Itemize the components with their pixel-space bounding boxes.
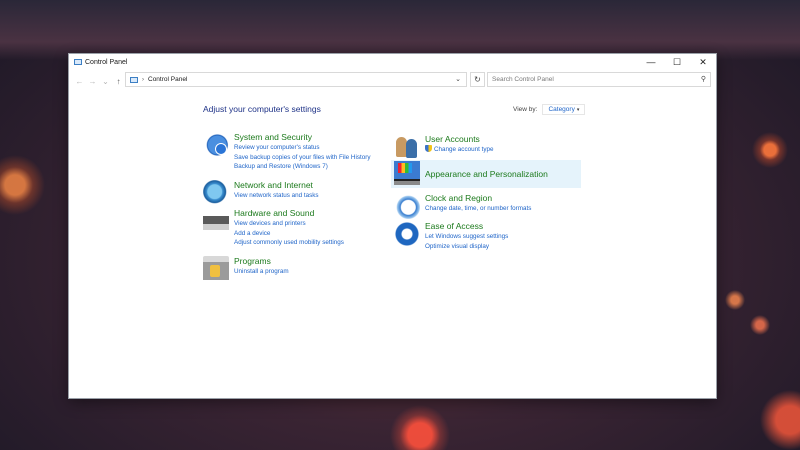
view-by-value: Category <box>548 106 575 113</box>
address-bar[interactable]: › Control Panel ⌄ <box>125 72 467 87</box>
category-ease-of-access: Ease of Access Let Windows suggest setti… <box>394 221 508 251</box>
control-panel-icon <box>130 76 138 83</box>
window-controls: — ☐ ✕ <box>638 54 716 70</box>
search-box[interactable]: ⚲ <box>487 72 711 87</box>
category-title[interactable]: Programs <box>234 256 289 267</box>
chevron-down-icon[interactable]: ⌄ <box>455 75 461 83</box>
link-add-device[interactable]: Add a device <box>234 229 344 239</box>
category-title[interactable]: System and Security <box>234 132 371 143</box>
category-clock-and-region: Clock and Region Change date, time, or n… <box>394 193 531 219</box>
category-network-and-internet: Network and Internet View network status… <box>203 180 319 206</box>
category-title[interactable]: Appearance and Personalization <box>425 169 548 180</box>
up-arrow-icon[interactable]: ↑ <box>112 77 125 86</box>
window-title: Control Panel <box>85 58 128 66</box>
category-system-and-security: System and Security Review your computer… <box>203 132 371 172</box>
caret-down-icon: ▾ <box>576 107 580 113</box>
page-title: Adjust your computer's settings <box>203 104 321 114</box>
printer-icon[interactable] <box>203 208 229 234</box>
monitor-palette-icon[interactable] <box>394 161 420 187</box>
control-panel-icon <box>74 59 82 65</box>
category-title[interactable]: Ease of Access <box>425 221 508 232</box>
link-devices-printers[interactable]: View devices and printers <box>234 219 344 229</box>
category-programs: Programs Uninstall a program <box>203 256 289 282</box>
view-by-dropdown[interactable]: Category ▾ <box>542 104 586 115</box>
search-icon[interactable]: ⚲ <box>701 75 706 83</box>
category-title[interactable]: Network and Internet <box>234 180 319 191</box>
category-hardware-and-sound: Hardware and Sound View devices and prin… <box>203 208 344 248</box>
link-uninstall-program[interactable]: Uninstall a program <box>234 267 289 277</box>
ease-of-access-icon[interactable] <box>394 221 420 247</box>
link-change-account-type[interactable]: Change account type <box>425 145 494 155</box>
recent-locations-chevron-icon[interactable]: ⌄ <box>99 77 112 86</box>
link-mobility-settings[interactable]: Adjust commonly used mobility settings <box>234 238 344 248</box>
category-title[interactable]: Hardware and Sound <box>234 208 344 219</box>
programs-icon[interactable] <box>203 256 229 282</box>
view-by-label: View by: <box>513 106 538 113</box>
refresh-icon[interactable]: ↻ <box>470 72 485 87</box>
link-change-account-type-label: Change account type <box>434 146 494 153</box>
breadcrumb-separator-icon: › <box>142 76 144 83</box>
title-bar[interactable]: Control Panel — ☐ ✕ <box>69 54 716 70</box>
category-title[interactable]: Clock and Region <box>425 193 531 204</box>
link-optimize-visual-display[interactable]: Optimize visual display <box>425 242 508 252</box>
category-user-accounts: User Accounts Change account type <box>394 134 494 160</box>
link-review-status[interactable]: Review your computer's status <box>234 143 371 153</box>
minimize-button[interactable]: — <box>638 54 664 70</box>
close-button[interactable]: ✕ <box>690 54 716 70</box>
uac-shield-icon <box>425 145 432 152</box>
link-date-time-formats[interactable]: Change date, time, or number formats <box>425 204 531 214</box>
control-panel-window: Control Panel — ☐ ✕ ← → ⌄ ↑ › Control Pa… <box>69 54 716 398</box>
clock-globe-icon[interactable] <box>394 193 420 219</box>
link-backup-restore[interactable]: Backup and Restore (Windows 7) <box>234 162 371 172</box>
back-arrow-icon[interactable]: ← <box>73 77 86 86</box>
globe-network-icon[interactable] <box>203 180 229 206</box>
category-title[interactable]: User Accounts <box>425 134 494 145</box>
address-row: ← → ⌄ ↑ › Control Panel ⌄ ↻ ⚲ <box>69 72 716 90</box>
shield-icon[interactable] <box>203 132 229 158</box>
link-file-history[interactable]: Save backup copies of your files with Fi… <box>234 153 371 163</box>
link-suggest-settings[interactable]: Let Windows suggest settings <box>425 232 508 242</box>
desktop-wallpaper <box>0 0 800 60</box>
maximize-button[interactable]: ☐ <box>664 54 690 70</box>
search-input[interactable] <box>492 76 692 83</box>
forward-arrow-icon[interactable]: → <box>86 77 99 86</box>
link-network-status[interactable]: View network status and tasks <box>234 191 319 201</box>
breadcrumb-control-panel[interactable]: Control Panel <box>148 76 187 83</box>
view-by: View by: Category ▾ <box>513 104 586 115</box>
category-appearance-and-personalization[interactable]: Appearance and Personalization <box>391 160 581 188</box>
users-icon[interactable] <box>394 134 420 160</box>
